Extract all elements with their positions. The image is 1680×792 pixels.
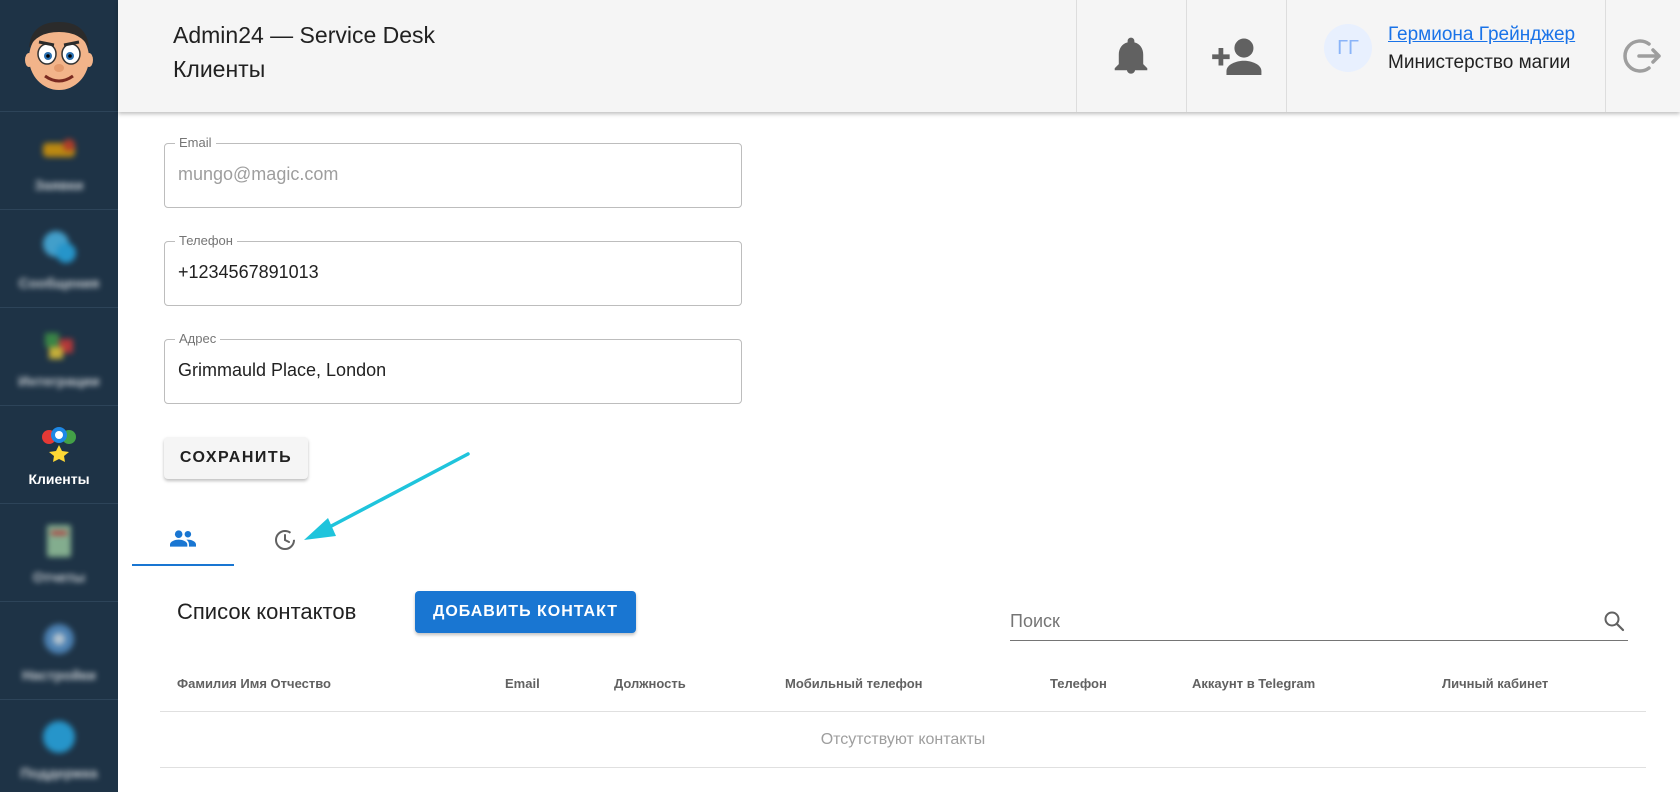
header-titles: Admin24 — Service Desk Клиенты xyxy=(173,18,435,86)
address-field[interactable]: Адрес Grimmauld Place, London xyxy=(164,331,742,404)
people-icon xyxy=(170,530,196,547)
column-header-email[interactable]: Email xyxy=(505,676,540,691)
column-header-phone[interactable]: Телефон xyxy=(1050,676,1107,691)
sidebar-item-reports[interactable]: Отчеты xyxy=(0,504,118,602)
sidebar-item-messages[interactable]: Сообщения xyxy=(0,210,118,308)
settings-icon xyxy=(44,623,74,654)
sidebar-item-label: Клиенты xyxy=(28,470,90,487)
email-field-value: mungo@magic.com xyxy=(178,164,339,184)
bell-icon xyxy=(1114,37,1148,74)
history-icon xyxy=(275,530,295,550)
add-contact-button[interactable]: ДОБАВИТЬ КОНТАКТ xyxy=(415,591,636,633)
logout-icon xyxy=(1622,39,1661,73)
empty-contacts-message: Отсутствуют контакты xyxy=(160,712,1646,768)
add-user-button[interactable] xyxy=(1186,0,1286,112)
contacts-table-header: Фамилия Имя Отчество Email Должность Моб… xyxy=(160,662,1646,712)
user-name-link[interactable]: Гермиона Грейнджер xyxy=(1388,24,1575,46)
tab-history[interactable] xyxy=(234,512,336,566)
sidebar-item-settings[interactable]: Настройки xyxy=(0,602,118,700)
user-avatar[interactable]: ГГ xyxy=(1324,24,1372,72)
address-field-value: Grimmauld Place, London xyxy=(178,360,387,380)
app-title: Admin24 — Service Desk xyxy=(173,22,436,48)
contacts-title: Список контактов xyxy=(177,599,357,624)
column-header-mobile[interactable]: Мобильный телефон xyxy=(785,676,923,691)
reports-icon xyxy=(47,524,71,557)
phone-field-label: Телефон xyxy=(175,233,237,248)
sidebar-item-clients[interactable]: Клиенты xyxy=(0,406,118,504)
cartoon-face-logo-icon xyxy=(25,21,93,90)
search-input[interactable]: Поиск xyxy=(1010,603,1628,641)
sidebar-item-label: Отчеты xyxy=(32,568,86,585)
search-placeholder: Поиск xyxy=(1010,611,1060,631)
app-logo[interactable] xyxy=(0,0,118,112)
save-button[interactable]: СОХРАНИТЬ xyxy=(164,437,308,479)
phone-field-value: +1234567891013 xyxy=(178,262,319,282)
sidebar-item-label: Интеграции xyxy=(18,372,100,389)
add-user-icon xyxy=(1212,38,1262,76)
support-icon xyxy=(43,720,75,753)
email-field[interactable]: Email mungo@magic.com xyxy=(164,135,742,208)
column-header-telegram[interactable]: Аккаунт в Telegram xyxy=(1192,676,1315,691)
email-field-label: Email xyxy=(175,135,216,150)
messages-icon xyxy=(43,230,76,263)
header-divider xyxy=(1286,0,1287,112)
column-header-position[interactable]: Должность xyxy=(614,676,686,691)
column-header-account[interactable]: Личный кабинет xyxy=(1442,676,1548,691)
sidebar-item-integrations[interactable]: Интеграции xyxy=(0,308,118,406)
tab-contacts[interactable] xyxy=(132,512,234,566)
sidebar-item-support[interactable]: Поддержка xyxy=(0,700,118,792)
sidebar-item-tickets[interactable]: Заявки xyxy=(0,112,118,210)
page-title: Клиенты xyxy=(173,56,266,82)
column-header-fullname[interactable]: Фамилия Имя Отчество xyxy=(177,676,331,691)
integrations-icon xyxy=(45,332,73,359)
notifications-button[interactable] xyxy=(1076,0,1186,112)
logout-button[interactable] xyxy=(1605,0,1680,112)
sidebar: Заявки Сообщения Интеграции Клиенты Отче… xyxy=(0,0,118,792)
sidebar-item-label: Настройки xyxy=(22,666,96,683)
address-field-label: Адрес xyxy=(175,331,221,346)
sidebar-item-label: Сообщения xyxy=(18,274,100,291)
search-icon[interactable] xyxy=(1602,609,1626,633)
phone-field[interactable]: Телефон +1234567891013 xyxy=(164,233,742,306)
clients-icon xyxy=(42,426,76,462)
user-organization: Министерство магии xyxy=(1388,52,1571,73)
sidebar-item-label: Поддержка xyxy=(20,764,98,781)
sidebar-item-label: Заявки xyxy=(34,176,84,193)
top-header: Admin24 — Service Desk Клиенты ГГ Гермио… xyxy=(118,0,1680,112)
tickets-icon xyxy=(43,138,75,157)
